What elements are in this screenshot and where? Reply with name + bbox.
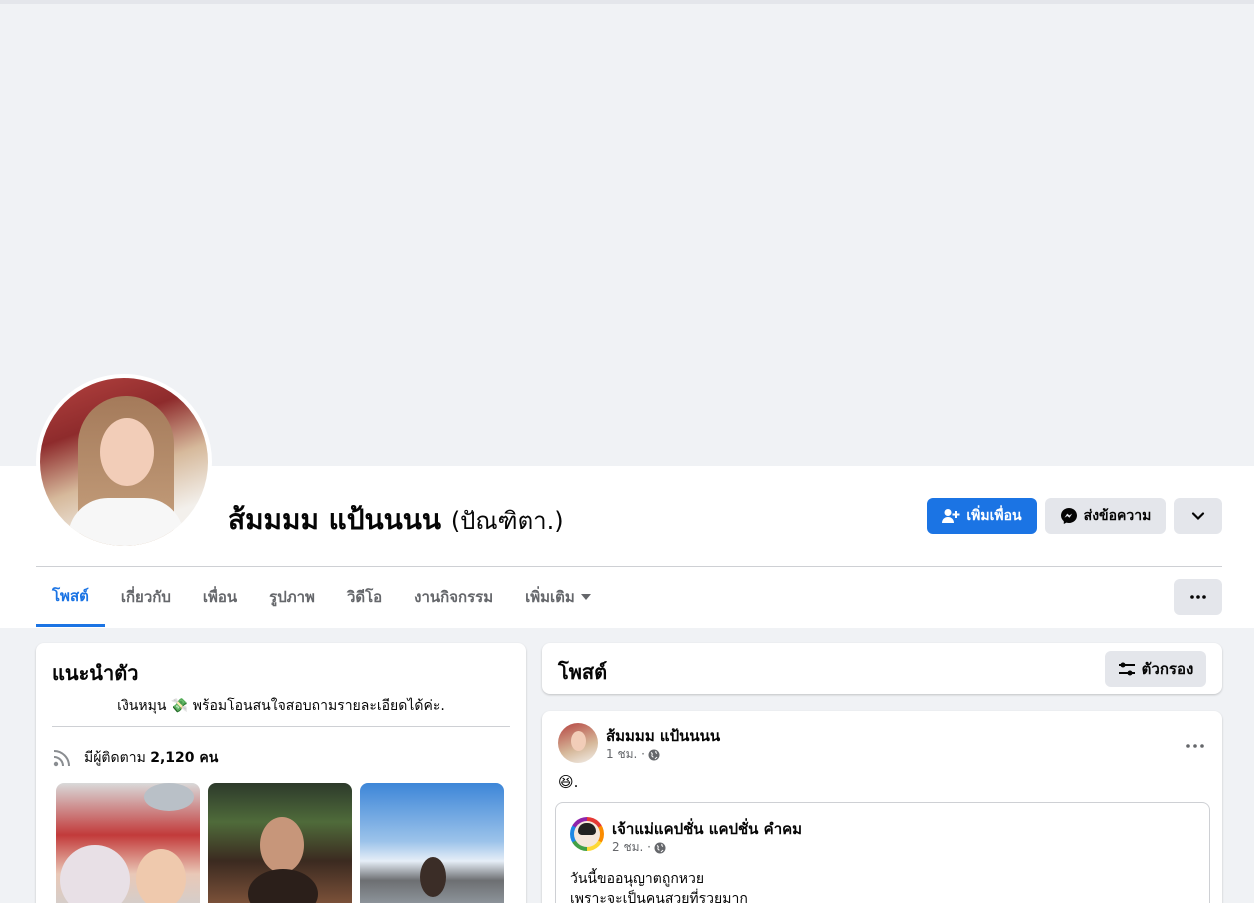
shared-post[interactable]: เจ้าแม่แคปชั่น แคปชั่น คำคม 2 ชม. · วันน… bbox=[555, 802, 1210, 903]
shared-time[interactable]: 2 ชม. · bbox=[612, 838, 651, 857]
add-friend-label: เพิ่มเพื่อน bbox=[966, 507, 1022, 523]
sliders-icon bbox=[1118, 661, 1136, 677]
tab-label: เกี่ยวกับ bbox=[120, 588, 171, 606]
tab-label: โพสต์ bbox=[52, 586, 89, 605]
profile-tabs: โพสต์ เกี่ยวกับ เพื่อน รูปภาพ วิดีโอ งาน… bbox=[36, 567, 607, 627]
post-time[interactable]: 1 ชม. · bbox=[606, 745, 645, 764]
filter-button[interactable]: ตัวกรอง bbox=[1105, 651, 1206, 687]
post-meta: 1 ชม. · bbox=[606, 745, 660, 764]
photo-grid bbox=[56, 783, 504, 903]
cover-photo[interactable] bbox=[4, 4, 1254, 466]
tab-videos[interactable]: วิดีโอ bbox=[331, 567, 398, 627]
tab-label: เพื่อน bbox=[202, 588, 238, 606]
tab-label: รูปภาพ bbox=[269, 588, 315, 606]
ellipsis-icon bbox=[1190, 595, 1206, 599]
bio-text-end: พร้อมโอนสนใจสอบถามรายละเอียดได้ค่ะ. bbox=[192, 698, 445, 714]
filter-label: ตัวกรอง bbox=[1141, 660, 1194, 678]
bio-text-start: เงินหมุน bbox=[117, 698, 167, 714]
tab-friends[interactable]: เพื่อน bbox=[187, 567, 253, 627]
tab-more[interactable]: เพิ่มเติม bbox=[509, 567, 607, 627]
chevron-down-icon bbox=[1191, 511, 1205, 521]
posts-title: โพสต์ bbox=[558, 660, 608, 684]
ellipsis-icon bbox=[1186, 744, 1204, 748]
posts-header-card: โพสต์ ตัวกรอง bbox=[542, 643, 1222, 694]
post-text: 😆. bbox=[558, 773, 579, 791]
tab-posts[interactable]: โพสต์ bbox=[36, 567, 105, 627]
followers-row: มีผู้ติดตาม 2,120 คน bbox=[52, 747, 218, 769]
globe-icon bbox=[648, 749, 660, 761]
avatar-image bbox=[40, 378, 208, 546]
tab-about[interactable]: เกี่ยวกับ bbox=[105, 567, 187, 627]
globe-icon bbox=[654, 842, 666, 854]
profile-name-main: ส้มมมม แป้นนนน bbox=[228, 503, 442, 536]
tab-photos[interactable]: รูปภาพ bbox=[253, 567, 331, 627]
tab-label: เพิ่มเติม bbox=[525, 588, 575, 606]
photo-thumbnail[interactable] bbox=[208, 783, 352, 903]
tab-label: งานกิจกรรม bbox=[414, 588, 494, 606]
message-button[interactable]: ส่งข้อความ bbox=[1045, 498, 1166, 534]
more-options-button[interactable] bbox=[1174, 498, 1222, 534]
money-emoji-icon: 💸 bbox=[170, 698, 189, 714]
post-author-avatar[interactable] bbox=[558, 723, 598, 763]
profile-avatar[interactable] bbox=[36, 374, 212, 550]
profile-menu-button[interactable] bbox=[1174, 579, 1222, 615]
post-options-button[interactable] bbox=[1186, 729, 1204, 753]
user-plus-icon bbox=[942, 508, 960, 524]
photo-thumbnail[interactable] bbox=[360, 783, 504, 903]
intro-divider bbox=[52, 726, 510, 727]
rss-icon bbox=[52, 748, 72, 768]
followers-prefix: มีผู้ติดตาม bbox=[84, 750, 146, 766]
shared-text: วันนี้ขออนุญาตถูกหวย เพราะจะเป็นคนสวยที่… bbox=[570, 869, 748, 903]
shared-meta: 2 ชม. · bbox=[612, 838, 666, 857]
messenger-icon bbox=[1060, 507, 1078, 525]
profile-name-alt: (ปัณฑิตา.) bbox=[450, 507, 564, 535]
add-friend-button[interactable]: เพิ่มเพื่อน bbox=[927, 498, 1037, 534]
message-label: ส่งข้อความ bbox=[1083, 507, 1152, 523]
caret-down-icon bbox=[580, 594, 591, 600]
tab-events[interactable]: งานกิจกรรม bbox=[398, 567, 509, 627]
intro-bio: เงินหมุน 💸 พร้อมโอนสนใจสอบถามรายละเอียดไ… bbox=[52, 695, 510, 717]
followers-count[interactable]: 2,120 คน bbox=[150, 750, 218, 766]
intro-title: แนะนำตัว bbox=[52, 661, 139, 685]
post-card: ส้มมมม แป้นนนน 1 ชม. · 😆. เจ้าแม่แคปชั่น… bbox=[542, 711, 1222, 903]
photo-thumbnail[interactable] bbox=[56, 783, 200, 903]
profile-name: ส้มมมม แป้นนนน (ปัณฑิตา.) bbox=[228, 498, 564, 542]
shared-text-line: เพราะจะเป็นคนสวยที่รวยมาก bbox=[570, 891, 748, 903]
tab-label: วิดีโอ bbox=[346, 588, 383, 606]
shared-text-line: วันนี้ขออนุญาตถูกหวย bbox=[570, 871, 705, 887]
shared-author-avatar[interactable] bbox=[570, 817, 604, 851]
intro-card: แนะนำตัว เงินหมุน 💸 พร้อมโอนสนใจสอบถามรา… bbox=[36, 643, 526, 903]
